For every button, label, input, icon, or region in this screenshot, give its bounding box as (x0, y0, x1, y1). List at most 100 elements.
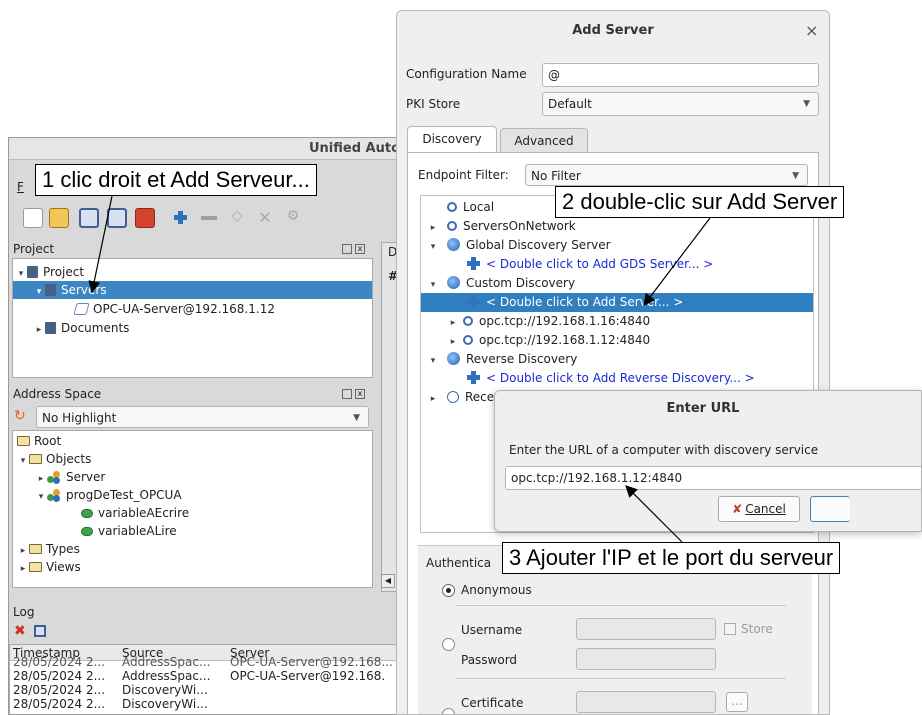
tree-item-variable-alire[interactable]: variableALire (81, 522, 177, 540)
book-icon (45, 322, 56, 334)
cancel-x-icon: ✘ (732, 502, 743, 516)
tree-item-views[interactable]: ▸ Views (17, 558, 81, 576)
tab-advanced[interactable]: Advanced (500, 128, 588, 153)
divider (456, 678, 786, 679)
tree-item-variable-aecrire[interactable]: variableAEcrire (81, 504, 189, 522)
address-space-tree: Root ▾ Objects ▸ Server ▾ progDeTest_OPCUA … (12, 430, 373, 588)
chevron-down-icon: ▼ (792, 171, 799, 181)
log-title: Log (13, 605, 35, 619)
project-panel-float-icon[interactable] (342, 244, 352, 254)
add-icon[interactable] (171, 208, 191, 228)
authentication-label: Authentica (426, 556, 492, 570)
plus-icon (467, 295, 480, 308)
certificate-label: Certificate (461, 696, 524, 710)
plus-icon (467, 371, 480, 384)
menu-file[interactable]: F (17, 180, 24, 194)
clear-log-icon[interactable]: ✖ (14, 623, 26, 639)
store-label: Store (741, 622, 773, 636)
tree-item-server-12[interactable]: ▸ opc.tcp://192.168.1.12:4840 (421, 331, 650, 350)
book-icon (27, 266, 38, 278)
config-name-input[interactable]: @ (542, 63, 819, 87)
browse-certificate-button[interactable]: ... (726, 692, 748, 712)
tree-item-add-server[interactable]: < Double click to Add Server... > (421, 293, 813, 312)
store-checkbox[interactable] (724, 623, 736, 635)
search-icon (447, 221, 457, 231)
plus-icon (467, 257, 480, 270)
config-name-label: Configuration Name (406, 67, 527, 81)
project-panel-close-icon[interactable]: x (355, 244, 365, 254)
address-space-float-icon[interactable] (342, 389, 352, 399)
scroll-left-arrow[interactable]: ◀ (381, 574, 395, 588)
remove-icon[interactable] (199, 208, 219, 228)
tree-item-add-reverse-discovery[interactable]: < Double click to Add Reverse Discovery.… (421, 369, 755, 388)
tree-item-local[interactable]: Local (421, 198, 494, 217)
cancel-button[interactable]: ✘ Cancel (718, 496, 800, 522)
folder-icon (17, 436, 30, 446)
divider (456, 605, 786, 606)
highlight-select[interactable]: No Highlight ▼ (36, 406, 369, 428)
dialog-title: Add Server (572, 23, 654, 38)
address-space-title: Address Space (13, 387, 102, 401)
username-radio[interactable] (442, 638, 455, 651)
tree-item-documents[interactable]: ▸ Documents (33, 319, 130, 337)
tree-item-recent[interactable]: ▸ Rece (421, 388, 494, 407)
tree-item-opcua-server[interactable]: OPC-UA-Server@192.168.1.12 (73, 300, 275, 318)
tab-discovery[interactable]: Discovery (407, 126, 497, 153)
url-input[interactable]: opc.tcp://192.168.1.12:4840 (505, 466, 921, 490)
password-input[interactable] (576, 648, 716, 670)
server-link-icon (73, 303, 90, 315)
variable-icon (81, 509, 93, 518)
add-server-dialog: Add Server × Configuration Name @ PKI St… (396, 10, 830, 715)
username-input[interactable] (576, 618, 716, 640)
tree-item-reverse-discovery[interactable]: ▾ Reverse Discovery (421, 350, 577, 369)
tree-item-root[interactable]: Root (17, 432, 61, 450)
enter-url-title: Enter URL (666, 401, 740, 416)
save-icon[interactable] (79, 208, 99, 228)
search-icon (463, 335, 473, 345)
close-icon[interactable]: × (805, 21, 818, 40)
tree-item-project[interactable]: ▾ Project (15, 263, 84, 281)
folder-icon (29, 544, 42, 554)
toolbar: ◇ ✕ ⚙ (9, 204, 402, 232)
new-file-icon[interactable] (23, 208, 43, 228)
save-log-icon[interactable] (34, 625, 46, 637)
tree-item-custom-discovery[interactable]: ▾ Custom Discovery (421, 274, 575, 293)
tree-item-server[interactable]: ▸ Server (35, 468, 105, 486)
tree-item-servers[interactable]: ▾ Servers (13, 281, 372, 299)
password-label: Password (461, 653, 518, 667)
variable-icon (81, 527, 93, 536)
tree-item-server-16[interactable]: ▸ opc.tcp://192.168.1.16:4840 (421, 312, 650, 331)
endpoint-filter-label: Endpoint Filter: (418, 168, 509, 182)
tree-item-add-gds-server[interactable]: < Double click to Add GDS Server... > (421, 255, 713, 274)
tree-item-objects[interactable]: ▾ Objects (17, 450, 92, 468)
folder-icon (29, 562, 42, 572)
anonymous-radio[interactable] (442, 584, 455, 597)
folder-icon (29, 454, 42, 464)
settings-wrench-icon[interactable]: ⚙ (283, 208, 303, 228)
tree-item-servers-on-network[interactable]: ▸ ServersOnNetwork (421, 217, 576, 236)
pki-store-select[interactable]: Default ▼ (542, 92, 819, 116)
object-icon (47, 471, 61, 484)
callout-step2: 2 double-clic sur Add Server (555, 186, 845, 218)
certificate-radio[interactable] (442, 708, 455, 714)
tree-item-global-discovery[interactable]: ▾ Global Discovery Server (421, 236, 611, 255)
endpoint-filter-select[interactable]: No Filter ▼ (525, 164, 808, 186)
stop-icon[interactable] (135, 208, 155, 228)
certificate-input[interactable] (576, 691, 716, 713)
project-tree: ▾ Project ▾ Servers OPC-UA-Server@192.168.… (12, 258, 373, 378)
connect-icon[interactable]: ◇ (227, 208, 247, 228)
disconnect-icon[interactable]: ✕ (255, 208, 275, 228)
object-icon (47, 489, 61, 502)
ok-button[interactable] (810, 496, 850, 522)
book-icon (45, 284, 56, 296)
window-title: Unified Auto (9, 138, 402, 160)
project-panel-title: Project (13, 242, 55, 256)
tree-item-types[interactable]: ▸ Types (17, 540, 80, 558)
tree-item-program[interactable]: ▾ progDeTest_OPCUA (35, 486, 182, 504)
globe-icon (447, 276, 460, 289)
callout-step3: 3 Ajouter l'IP et le port du serveur (502, 542, 841, 574)
save-as-icon[interactable] (107, 208, 127, 228)
address-space-close-icon[interactable]: x (355, 389, 365, 399)
open-folder-icon[interactable] (49, 208, 69, 228)
refresh-icon[interactable]: ↻ (14, 408, 26, 424)
